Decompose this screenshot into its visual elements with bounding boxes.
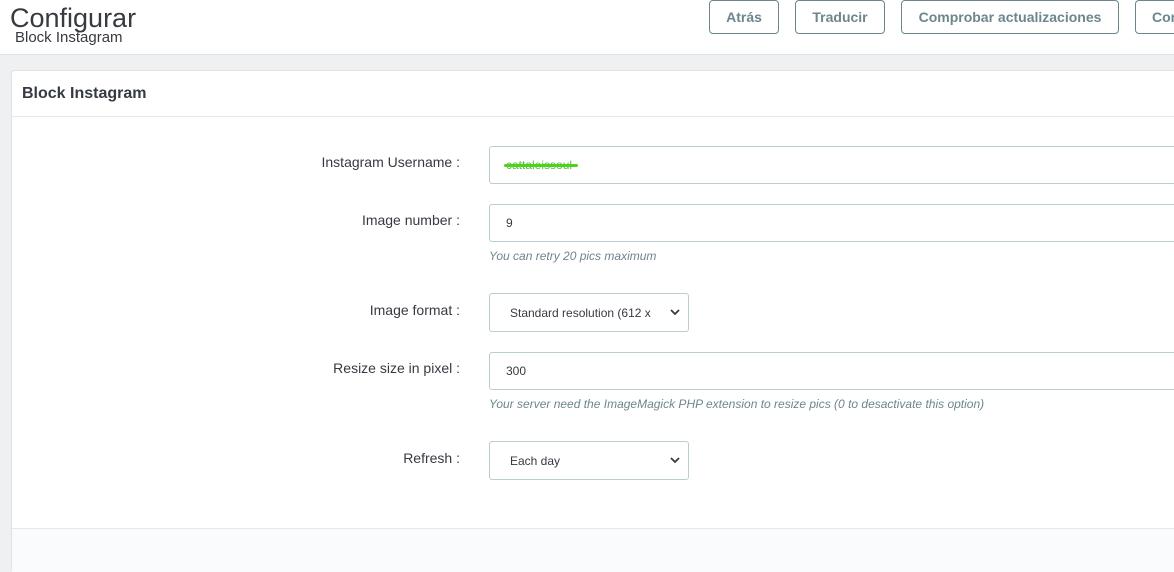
panel-title: Block Instagram bbox=[22, 85, 147, 102]
page-header: Configurar Block Instagram Atrás Traduci… bbox=[0, 0, 1174, 55]
check-updates-button[interactable]: Comprobar actualizaciones bbox=[901, 0, 1119, 34]
image-number-input[interactable]: 9 bbox=[489, 204, 1174, 242]
image-format-select[interactable]: Standard resolution (612 x bbox=[489, 293, 689, 332]
config-panel: Block Instagram Instagram Username : cat… bbox=[11, 70, 1174, 572]
resize-help: Your server need the ImageMagick PHP ext… bbox=[489, 397, 985, 411]
panel-footer bbox=[12, 528, 1174, 572]
more-toolbar-button[interactable]: Con bbox=[1135, 0, 1174, 34]
back-button[interactable]: Atrás bbox=[709, 0, 779, 34]
refresh-value: Each day bbox=[510, 453, 561, 468]
image-number-value: 9 bbox=[506, 216, 513, 230]
resize-value: 300 bbox=[506, 364, 527, 378]
username-label: Instagram Username : bbox=[321, 154, 461, 170]
refresh-select[interactable]: Each day bbox=[489, 441, 689, 480]
chevron-down-icon bbox=[670, 457, 680, 464]
image-number-label: Image number : bbox=[361, 212, 460, 228]
translate-button[interactable]: Traducir bbox=[795, 0, 885, 34]
username-input[interactable]: cattaleissoul bbox=[489, 146, 1174, 184]
page-subtitle: Block Instagram bbox=[15, 29, 123, 46]
resize-label: Resize size in pixel : bbox=[333, 360, 460, 376]
image-number-help: You can retry 20 pics maximum bbox=[489, 249, 657, 263]
username-value: cattaleissoul bbox=[503, 158, 579, 172]
refresh-label: Refresh : bbox=[403, 450, 460, 466]
image-format-value: Standard resolution (612 x bbox=[510, 305, 651, 320]
image-format-label: Image format : bbox=[369, 302, 460, 318]
chevron-down-icon bbox=[670, 309, 680, 316]
panel-heading: Block Instagram bbox=[12, 71, 1174, 117]
resize-input[interactable]: 300 bbox=[489, 352, 1174, 390]
